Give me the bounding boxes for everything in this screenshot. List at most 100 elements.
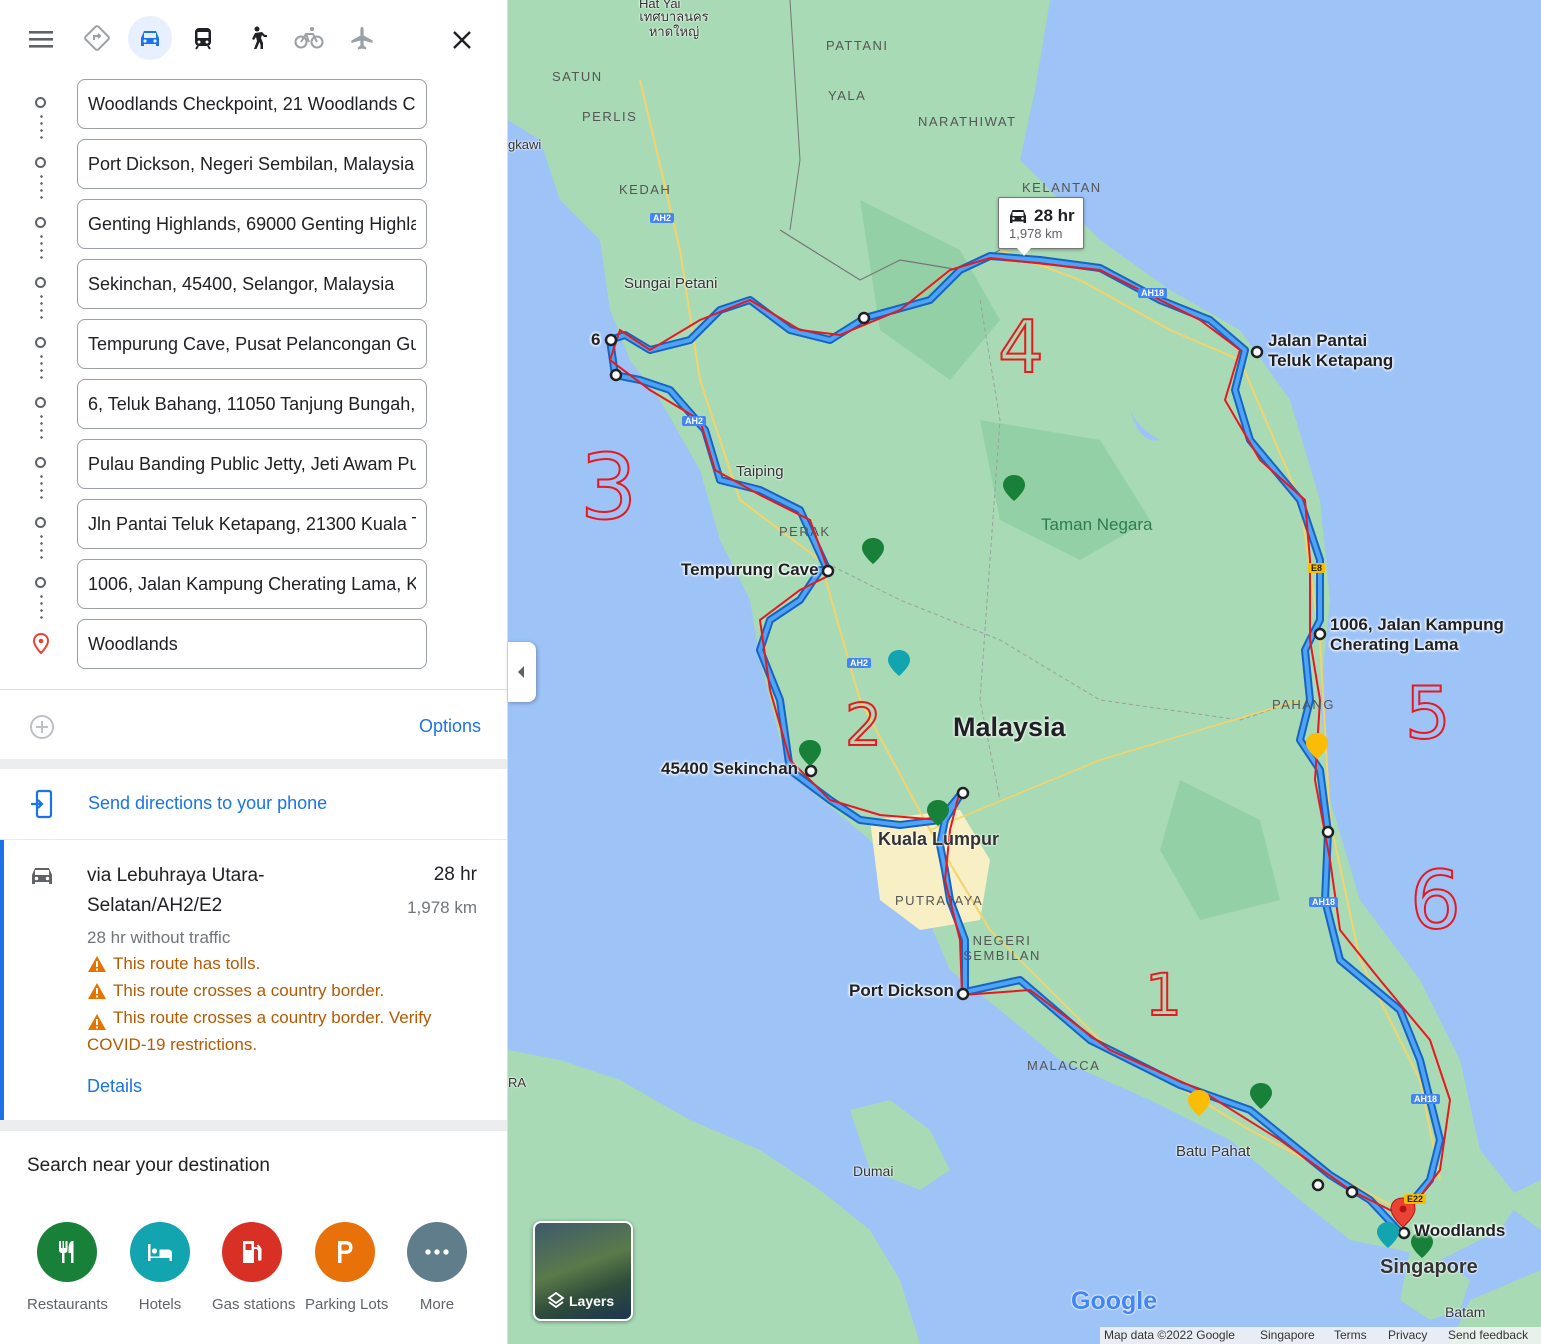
map-label-edge: RA xyxy=(508,1075,527,1090)
waypoint-label: Port Dickson xyxy=(849,981,954,1000)
more-icon xyxy=(407,1222,467,1282)
options-button[interactable]: Options xyxy=(419,716,481,737)
footer-region-link[interactable]: Singapore xyxy=(1260,1328,1315,1342)
route-warning: This route crosses a country border. xyxy=(87,981,467,1001)
waypoint-label: Jalan Pantai Teluk Ketapang xyxy=(1268,331,1394,370)
divider xyxy=(0,1120,507,1131)
town-label: Taiping xyxy=(736,463,784,480)
waypoint-circle-icon xyxy=(35,517,46,528)
dotted-connector xyxy=(40,593,43,621)
map-label-thai: เทศบาลนครหาดใหญ่ xyxy=(639,9,709,39)
region-label: SATUN xyxy=(552,69,603,84)
privacy-link[interactable]: Privacy xyxy=(1388,1328,1427,1342)
layers-button[interactable]: Layers xyxy=(533,1221,633,1321)
waypoint-marker xyxy=(1397,1226,1411,1240)
map-data-attribution: Map data ©2022 Google xyxy=(1104,1328,1235,1342)
waypoint-marker xyxy=(604,333,618,347)
stop-row xyxy=(0,379,507,441)
waypoint-circle-icon xyxy=(35,157,46,168)
waypoint-circle-icon xyxy=(35,577,46,588)
highway-shield: AH18 xyxy=(1138,288,1168,298)
send-directions-label: Send directions to your phone xyxy=(88,793,328,813)
dotted-connector xyxy=(40,173,43,201)
annotation-number: 2 xyxy=(845,691,882,759)
waypoint-marker xyxy=(804,764,818,778)
waypoint-marker xyxy=(857,311,871,325)
destination-pin-icon xyxy=(32,632,50,660)
layers-icon xyxy=(547,1291,565,1314)
dotted-connector xyxy=(40,353,43,381)
google-logo: Google xyxy=(1071,1287,1158,1315)
add-stop-icon[interactable] xyxy=(29,714,55,740)
waypoint-label: Woodlands xyxy=(1414,1221,1506,1240)
route-distance: 1,978 km xyxy=(407,898,477,917)
stop-input[interactable] xyxy=(77,319,427,369)
stop-input[interactable] xyxy=(77,379,427,429)
town-label: Batu Pahat xyxy=(1176,1143,1251,1160)
route-info-bubble[interactable]: 28 hr 1,978 km xyxy=(998,197,1084,256)
category-more[interactable]: More xyxy=(397,1222,477,1313)
gas-station-icon xyxy=(222,1222,282,1282)
region-label: PUTRAJAYA xyxy=(895,893,984,908)
stop-input[interactable] xyxy=(77,199,427,249)
stop-row xyxy=(0,439,507,501)
divider xyxy=(0,759,507,769)
waypoint-marker xyxy=(956,786,970,800)
details-link[interactable]: Details xyxy=(87,1076,142,1097)
restaurant-icon xyxy=(37,1222,97,1282)
region-label: KELANTAN xyxy=(1022,180,1102,195)
region-label: NARATHIWAT xyxy=(918,114,1017,129)
route-option-card[interactable]: via Lebuhraya Utara-Selatan/AH2/E2 28 hr… xyxy=(0,840,507,1120)
waypoint-circle-icon xyxy=(35,337,46,348)
map-canvas[interactable]: 1 2 3 4 5 6 Hat Yai เทศบาลนครหาดใหญ่ PAT… xyxy=(508,0,1541,1344)
chevron-left-icon xyxy=(516,665,526,684)
category-parking-lots[interactable]: Parking Lots xyxy=(305,1222,389,1313)
bicycle-icon[interactable] xyxy=(287,16,331,60)
dotted-connector xyxy=(40,233,43,261)
stop-row xyxy=(0,559,507,621)
parking-icon xyxy=(315,1222,375,1282)
collapse-panel-button[interactable] xyxy=(508,642,536,702)
waypoint-circle-icon xyxy=(35,217,46,228)
directions-panel: Options Send directions to your phone vi… xyxy=(0,0,508,1344)
highway-shield: AH2 xyxy=(650,213,675,223)
layers-label: Layers xyxy=(569,1293,615,1309)
stop-input[interactable] xyxy=(77,559,427,609)
stop-input[interactable] xyxy=(77,79,427,129)
walk-icon[interactable] xyxy=(234,16,278,60)
category-gas-stations[interactable]: Gas stations xyxy=(212,1222,295,1313)
car-icon[interactable] xyxy=(128,16,172,60)
stop-input[interactable] xyxy=(77,139,427,189)
send-feedback-link[interactable]: Send feedback xyxy=(1448,1328,1528,1342)
stop-input[interactable] xyxy=(77,259,427,309)
waypoint-marker xyxy=(956,987,970,1001)
send-to-phone-icon xyxy=(29,789,55,824)
stop-input[interactable] xyxy=(77,499,427,549)
town-label: Batam xyxy=(1445,1304,1486,1320)
region-label: PAHANG xyxy=(1272,697,1335,712)
waypoint-marker xyxy=(1311,1178,1325,1192)
send-to-phone-button[interactable]: Send directions to your phone xyxy=(0,769,507,839)
stop-input[interactable] xyxy=(77,619,427,669)
route-warning: This route crosses a country border. Ver… xyxy=(87,1008,432,1054)
best-route-icon[interactable] xyxy=(75,16,119,60)
close-icon[interactable] xyxy=(450,28,474,52)
stop-row xyxy=(0,199,507,261)
town-label: Sungai Petani xyxy=(624,275,718,292)
waypoint-marker xyxy=(1250,345,1264,359)
category-label: Parking Lots xyxy=(305,1296,389,1313)
waypoint-label: 6 xyxy=(591,330,601,349)
transit-icon[interactable] xyxy=(181,16,225,60)
category-restaurants[interactable]: Restaurants xyxy=(27,1222,108,1313)
stop-input[interactable] xyxy=(77,439,427,489)
category-hotels[interactable]: Hotels xyxy=(120,1222,200,1313)
region-label: PERLIS xyxy=(582,109,638,124)
car-icon xyxy=(29,864,55,893)
annotation-number: 4 xyxy=(998,305,1044,389)
terms-link[interactable]: Terms xyxy=(1334,1328,1367,1342)
waypoint-circle-icon xyxy=(35,457,46,468)
flight-icon[interactable] xyxy=(340,16,384,60)
waypoint-circle-icon xyxy=(35,277,46,288)
stop-row xyxy=(0,619,507,669)
warning-icon xyxy=(87,955,107,978)
